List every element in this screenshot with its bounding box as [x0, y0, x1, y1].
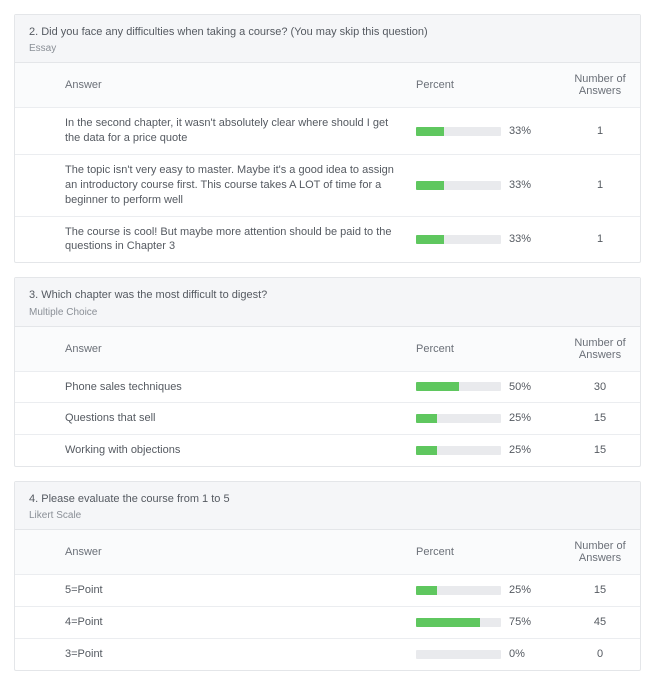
percent-cell: 50% [410, 371, 560, 403]
question-title: 3. Which chapter was the most difficult … [29, 288, 626, 302]
percent-value: 25% [509, 443, 531, 458]
progress-bar-track [416, 382, 501, 391]
column-header-answer: Answer [15, 327, 410, 372]
progress-bar-track [416, 618, 501, 627]
table-header-row: AnswerPercentNumber of Answers [15, 530, 640, 575]
progress-bar-fill [416, 618, 480, 627]
question-title: 4. Please evaluate the course from 1 to … [29, 492, 626, 506]
count-value: 15 [560, 575, 640, 607]
answer-text: In the second chapter, it wasn't absolut… [15, 108, 410, 155]
progress-bar-fill [416, 414, 437, 423]
percent-cell: 0% [410, 639, 560, 670]
percent-cell: 33% [410, 154, 560, 216]
question-header: 3. Which chapter was the most difficult … [15, 278, 640, 326]
count-value: 30 [560, 371, 640, 403]
percent-wrap: 33% [416, 124, 554, 139]
table-row: 4=Point 75% 45 [15, 607, 640, 639]
count-value: 1 [560, 108, 640, 155]
column-header-count: Number of Answers [560, 63, 640, 108]
table-row: Questions that sell 25% 15 [15, 403, 640, 435]
percent-value: 33% [509, 178, 531, 193]
progress-bar-fill [416, 586, 437, 595]
progress-bar-fill [416, 382, 459, 391]
column-header-answer: Answer [15, 63, 410, 108]
percent-value: 25% [509, 583, 531, 598]
question-type: Essay [29, 43, 626, 54]
answers-table: AnswerPercentNumber of Answers5=Point25%… [15, 530, 640, 670]
table-header-row: AnswerPercentNumber of Answers [15, 327, 640, 372]
percent-cell: 33% [410, 108, 560, 155]
percent-value: 25% [509, 411, 531, 426]
percent-wrap: 25% [416, 583, 554, 598]
table-row: 3=Point 0% 0 [15, 639, 640, 670]
percent-value: 33% [509, 124, 531, 139]
percent-wrap: 25% [416, 411, 554, 426]
count-value: 0 [560, 639, 640, 670]
question-header: 2. Did you face any difficulties when ta… [15, 15, 640, 63]
table-header-row: AnswerPercentNumber of Answers [15, 63, 640, 108]
percent-cell: 25% [410, 403, 560, 435]
answers-table: AnswerPercentNumber of AnswersIn the sec… [15, 63, 640, 262]
answer-text: The course is cool! But maybe more atten… [15, 216, 410, 262]
percent-wrap: 75% [416, 615, 554, 630]
percent-wrap: 0% [416, 647, 554, 662]
table-row: Phone sales techniques 50% 30 [15, 371, 640, 403]
percent-wrap: 50% [416, 380, 554, 395]
progress-bar-track [416, 181, 501, 190]
column-header-percent: Percent [410, 530, 560, 575]
survey-report: 2. Did you face any difficulties when ta… [0, 0, 655, 699]
table-row: The course is cool! But maybe more atten… [15, 216, 640, 262]
percent-cell: 25% [410, 435, 560, 466]
percent-cell: 25% [410, 575, 560, 607]
progress-bar-track [416, 414, 501, 423]
percent-wrap: 25% [416, 443, 554, 458]
percent-cell: 33% [410, 216, 560, 262]
percent-value: 50% [509, 380, 531, 395]
percent-value: 33% [509, 232, 531, 247]
answer-text: Working with objections [15, 435, 410, 466]
progress-bar-track [416, 650, 501, 659]
percent-wrap: 33% [416, 178, 554, 193]
table-row: The topic isn't very easy to master. May… [15, 154, 640, 216]
answer-text: Questions that sell [15, 403, 410, 435]
count-value: 15 [560, 403, 640, 435]
column-header-percent: Percent [410, 63, 560, 108]
count-value: 1 [560, 216, 640, 262]
question-header: 4. Please evaluate the course from 1 to … [15, 482, 640, 530]
progress-bar-fill [416, 127, 444, 136]
table-row: In the second chapter, it wasn't absolut… [15, 108, 640, 155]
progress-bar-fill [416, 446, 437, 455]
question-title: 2. Did you face any difficulties when ta… [29, 25, 626, 39]
question-block: 4. Please evaluate the course from 1 to … [14, 481, 641, 671]
answer-text: 3=Point [15, 639, 410, 670]
answer-text: Phone sales techniques [15, 371, 410, 403]
column-header-percent: Percent [410, 327, 560, 372]
progress-bar-track [416, 127, 501, 136]
progress-bar-track [416, 235, 501, 244]
answer-text: 4=Point [15, 607, 410, 639]
question-type: Likert Scale [29, 510, 626, 521]
question-block: 3. Which chapter was the most difficult … [14, 277, 641, 467]
percent-value: 75% [509, 615, 531, 630]
progress-bar-track [416, 586, 501, 595]
column-header-answer: Answer [15, 530, 410, 575]
progress-bar-fill [416, 235, 444, 244]
column-header-count: Number of Answers [560, 530, 640, 575]
progress-bar-fill [416, 181, 444, 190]
progress-bar-track [416, 446, 501, 455]
answers-table: AnswerPercentNumber of AnswersPhone sale… [15, 327, 640, 467]
count-value: 15 [560, 435, 640, 466]
question-type: Multiple Choice [29, 307, 626, 318]
table-row: Working with objections 25% 15 [15, 435, 640, 466]
percent-wrap: 33% [416, 232, 554, 247]
answer-text: 5=Point [15, 575, 410, 607]
count-value: 1 [560, 154, 640, 216]
table-row: 5=Point 25% 15 [15, 575, 640, 607]
count-value: 45 [560, 607, 640, 639]
percent-cell: 75% [410, 607, 560, 639]
answer-text: The topic isn't very easy to master. May… [15, 154, 410, 216]
column-header-count: Number of Answers [560, 327, 640, 372]
percent-value: 0% [509, 647, 525, 662]
question-block: 2. Did you face any difficulties when ta… [14, 14, 641, 263]
